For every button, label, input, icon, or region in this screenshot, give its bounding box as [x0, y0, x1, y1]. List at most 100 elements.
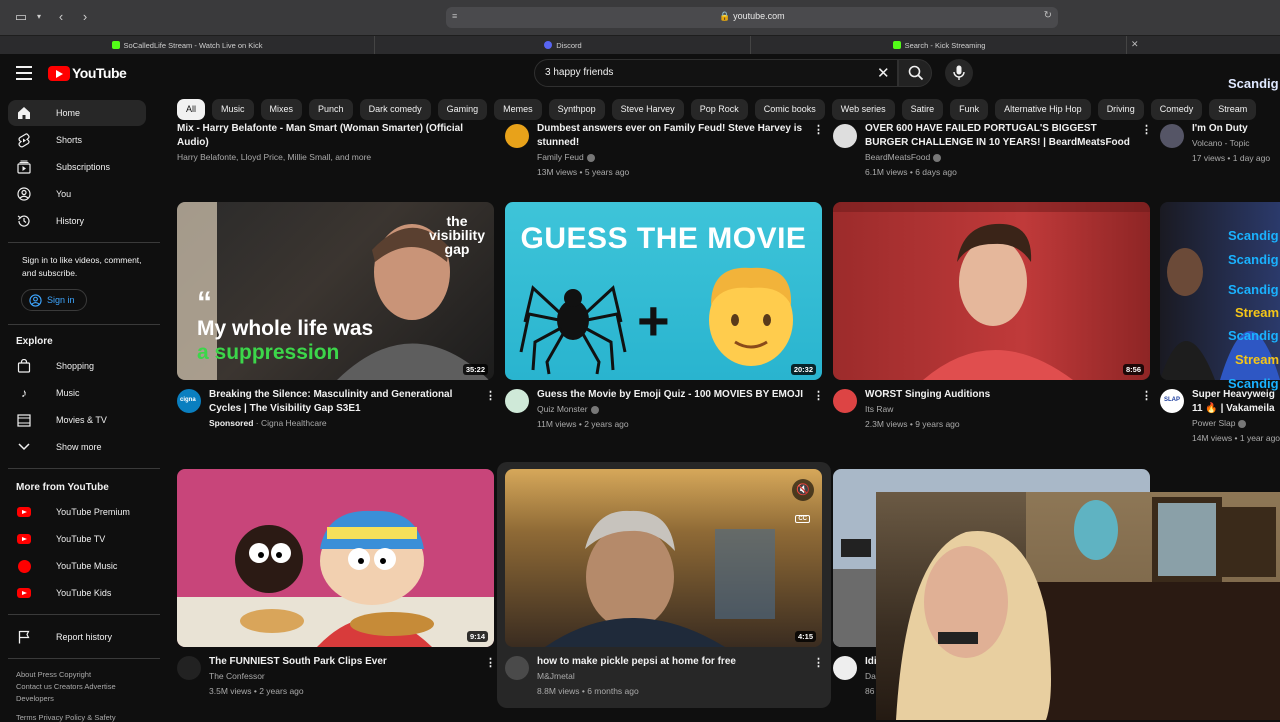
filter-chip[interactable]: Music	[212, 99, 254, 120]
video-thumbnail[interactable]: the visibility gap “ My whole life was a…	[177, 202, 494, 380]
channel-name[interactable]: Power Slap	[1192, 418, 1235, 428]
video-card-meta[interactable]: Dumbest answers ever on Family Feud! Ste…	[537, 122, 807, 180]
video-title[interactable]: Breaking the Silence: Masculinity and Ge…	[209, 388, 479, 416]
sidebar-item-report-history[interactable]: Report history	[8, 624, 146, 650]
voice-search-button[interactable]	[945, 59, 973, 87]
more-options-icon[interactable]: ⋮	[813, 123, 824, 136]
address-bar[interactable]: ≡ 🔒 youtube.com ↻	[446, 7, 1058, 28]
video-card-meta[interactable]: WORST Singing Auditions Its Raw 2.3M vie…	[865, 388, 1135, 432]
more-options-icon[interactable]: ⋮	[485, 656, 496, 669]
tab-kick-stream[interactable]: SoCalledLife Stream - Watch Live on Kick	[0, 36, 375, 54]
channel-name[interactable]: Cigna Healthcare	[261, 418, 327, 428]
channel-avatar[interactable]	[833, 389, 857, 413]
channel-avatar[interactable]	[505, 389, 529, 413]
filter-chip[interactable]: Satire	[901, 99, 944, 120]
filter-chip[interactable]: Stream	[1209, 99, 1257, 120]
channel-avatar[interactable]	[1160, 124, 1184, 148]
clear-search-icon[interactable]: ✕	[877, 64, 890, 82]
close-tab-icon[interactable]: ✕	[1131, 39, 1139, 50]
more-options-icon[interactable]: ⋮	[485, 389, 496, 402]
back-icon[interactable]: ‹	[52, 9, 70, 25]
channel-name[interactable]: BeardMeatsFood	[865, 152, 930, 162]
menu-icon[interactable]	[16, 66, 32, 80]
more-options-icon[interactable]: ⋮	[1141, 389, 1152, 402]
channel-name[interactable]: The Confessor	[209, 669, 479, 684]
sidebar-item-shorts[interactable]: Shorts	[8, 127, 146, 153]
channel-avatar[interactable]: cigna	[177, 389, 201, 413]
reload-icon[interactable]: ↻	[1044, 10, 1052, 21]
video-title[interactable]: The FUNNIEST South Park Clips Ever	[209, 655, 479, 669]
sign-in-button[interactable]: Sign in	[21, 289, 87, 311]
filter-chip[interactable]: Steve Harvey	[611, 99, 684, 120]
mute-icon[interactable]: 🔇	[792, 479, 814, 501]
filter-chip[interactable]: Alternative Hip Hop	[995, 99, 1091, 120]
filter-chip[interactable]: Web series	[831, 99, 895, 120]
youtube-logo[interactable]: YouTube	[48, 65, 127, 81]
video-title[interactable]: WORST Singing Auditions	[865, 388, 1135, 402]
filter-chip[interactable]: Funk	[950, 99, 989, 120]
sidebar-item-shopping[interactable]: Shopping	[8, 353, 146, 379]
footer-links[interactable]: Contact us Creators Advertise	[16, 682, 116, 691]
video-card-meta[interactable]: Breaking the Silence: Masculinity and Ge…	[209, 388, 479, 431]
sidebar-item-subscriptions[interactable]: Subscriptions	[8, 154, 146, 180]
video-title[interactable]: how to make pickle pepsi at home for fre…	[537, 655, 807, 669]
forward-icon[interactable]: ›	[76, 9, 94, 25]
sidebar-item-you[interactable]: You	[8, 181, 146, 207]
footer-links[interactable]: Developers	[16, 694, 54, 703]
filter-chip[interactable]: Memes	[494, 99, 542, 120]
channel-avatar[interactable]	[833, 656, 857, 680]
filter-chip[interactable]: Comedy	[1150, 99, 1203, 120]
channel-name[interactable]: Its Raw	[865, 402, 1135, 417]
sidebar-item-youtube-kids[interactable]: YouTube Kids	[8, 580, 146, 606]
search-button[interactable]	[898, 59, 932, 87]
filter-chip[interactable]: Pop Rock	[690, 99, 748, 120]
show-more-button[interactable]: Show more	[8, 434, 146, 460]
channel-name[interactable]: Quiz Monster	[537, 404, 588, 414]
filter-chip[interactable]: All	[177, 99, 206, 120]
footer-links[interactable]: Terms Privacy Policy & Safety	[16, 713, 116, 722]
sidebar-item-history[interactable]: History	[8, 208, 146, 234]
captions-icon[interactable]: CC	[795, 515, 810, 523]
video-card-meta[interactable]: Mix - Harry Belafonte - Man Smart (Woman…	[177, 122, 487, 165]
channel-name[interactable]: Family Feud	[537, 152, 584, 162]
channel-avatar[interactable]	[177, 656, 201, 680]
channel-name[interactable]: M&Jmetal	[537, 669, 807, 684]
channel-avatar[interactable]	[505, 656, 529, 680]
video-preview[interactable]: 🔇 CC 4:15	[505, 469, 822, 647]
sidebar-item-youtube-music[interactable]: YouTube Music	[8, 553, 146, 579]
video-title[interactable]: Guess the Movie by Emoji Quiz - 100 MOVI…	[537, 388, 807, 402]
filter-chip[interactable]: Gaming	[437, 99, 488, 120]
sidebar-item-music[interactable]: ♪ Music	[8, 380, 146, 406]
video-card-meta[interactable]: The FUNNIEST South Park Clips Ever The C…	[209, 655, 479, 699]
video-card-meta[interactable]: Guess the Movie by Emoji Quiz - 100 MOVI…	[537, 388, 807, 432]
channel-name[interactable]: Harry Belafonte, Lloyd Price, Millie Sma…	[177, 150, 487, 165]
video-title[interactable]: I'm On Duty	[1192, 122, 1280, 136]
video-thumbnail[interactable]: GUESS THE MOVIE + 20:32	[505, 202, 822, 380]
chevron-down-icon[interactable]: ▾	[30, 9, 48, 25]
footer-links[interactable]: About Press Copyright	[16, 670, 91, 679]
video-thumbnail[interactable]: 9:14	[177, 469, 494, 647]
search-input[interactable]: 3 happy friends ✕	[534, 59, 898, 87]
more-options-icon[interactable]: ⋮	[813, 656, 824, 669]
video-card-meta[interactable]: I'm On Duty Volcano - Topic 17 views • 1…	[1192, 122, 1280, 166]
channel-name[interactable]: Volcano - Topic	[1192, 136, 1280, 151]
filter-chip[interactable]: Driving	[1097, 99, 1144, 120]
sidebar-item-youtube-premium[interactable]: YouTube Premium	[8, 499, 146, 525]
video-title[interactable]: Mix - Harry Belafonte - Man Smart (Woman…	[177, 122, 487, 150]
tab-kick-search[interactable]: Search - Kick Streaming	[752, 36, 1127, 54]
video-card-meta[interactable]: OVER 600 HAVE FAILED PORTUGAL'S BIGGEST …	[865, 122, 1135, 180]
video-title[interactable]: OVER 600 HAVE FAILED PORTUGAL'S BIGGEST …	[865, 122, 1135, 150]
filter-chip[interactable]: Punch	[309, 99, 353, 120]
sidebar-toggle-icon[interactable]: ▭	[12, 9, 30, 25]
video-card-meta[interactable]: how to make pickle pepsi at home for fre…	[537, 655, 807, 699]
video-title[interactable]: Dumbest answers ever on Family Feud! Ste…	[537, 122, 807, 150]
channel-avatar[interactable]	[505, 124, 529, 148]
sidebar-item-movies[interactable]: Movies & TV	[8, 407, 146, 433]
filter-chip[interactable]: Comic books	[754, 99, 825, 120]
video-card-meta[interactable]: Super Heavyweig 11 🔥 | Vakameila Power S…	[1192, 388, 1280, 446]
video-thumbnail[interactable]: 8:56	[833, 202, 1150, 380]
sidebar-item-youtube-tv[interactable]: YouTube TV	[8, 526, 146, 552]
filter-chip[interactable]: Mixes	[260, 99, 303, 120]
channel-avatar[interactable]: SLAP	[1160, 389, 1184, 413]
video-title[interactable]: Super Heavyweig 11 🔥 | Vakameila	[1192, 388, 1280, 416]
